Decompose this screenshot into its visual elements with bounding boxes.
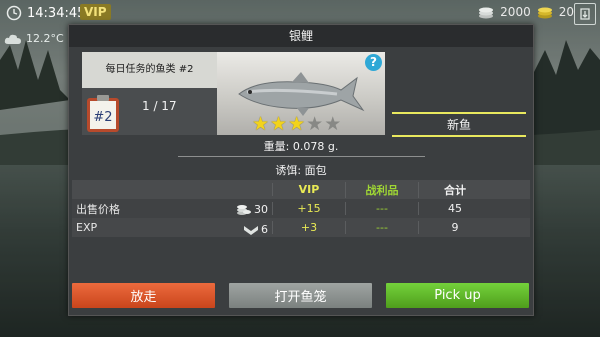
gold-count: 20 <box>558 5 574 19</box>
hud-currency: 2000 20 <box>478 5 574 19</box>
star-icon: ★ <box>252 113 270 135</box>
row-label: EXP 6 <box>72 221 272 236</box>
row-loot: --- <box>345 202 418 215</box>
row-base-value: 30 <box>254 202 268 216</box>
star-rating: ★ ★ ★ ★ ★ <box>252 115 341 134</box>
daily-task-count: 1 / 17 <box>142 99 177 113</box>
silver-coins-icon <box>479 7 494 19</box>
exit-button[interactable] <box>574 3 596 25</box>
row-vip: +15 <box>272 202 345 215</box>
reward-table: VIP 战利品 合计 出售价格 30 +15 --- 45 EXP 6 +3 -… <box>72 180 530 237</box>
header-loot: 战利品 <box>345 181 418 198</box>
divider <box>178 156 425 157</box>
open-keepnet-button[interactable]: 打开鱼笼 <box>229 283 372 308</box>
row-vip: +3 <box>272 221 345 234</box>
new-fish-label: 新鱼 <box>392 112 526 137</box>
hud-weather: 12.2°C <box>4 32 64 45</box>
fish-weight: 重量: 0.078 g. <box>263 140 339 153</box>
coins-count: 2000 <box>500 5 531 19</box>
star-icon: ★ <box>270 113 288 135</box>
row-label-text: 出售价格 <box>76 202 120 216</box>
gold-coins-icon <box>537 7 552 19</box>
catch-dialog: 银鲤 每日任务的鱼类 #2 #2 1 / 17 ? ★ ★ ★ ★ ★ 新鱼 重… <box>68 24 534 316</box>
chevron-exp-icon <box>244 225 258 235</box>
task-badge-text: #2 <box>93 110 112 125</box>
clipboard-icon: #2 <box>87 95 119 132</box>
cloud-icon <box>4 34 22 44</box>
header-total: 合计 <box>418 181 491 198</box>
star-icon: ★ <box>306 113 324 135</box>
star-icon: ★ <box>288 113 306 135</box>
pick-up-button[interactable]: Pick up <box>386 283 529 308</box>
release-button[interactable]: 放走 <box>72 283 215 308</box>
header-vip: VIP <box>272 183 345 196</box>
row-base: 30 <box>236 203 268 216</box>
dialog-title: 银鲤 <box>69 25 533 47</box>
row-base-value: 6 <box>261 223 268 236</box>
row-total: 45 <box>418 202 491 215</box>
exit-door-icon <box>580 8 590 20</box>
row-loot: --- <box>345 221 418 234</box>
coin-stack-icon <box>237 204 251 215</box>
table-row: 出售价格 30 +15 --- 45 <box>72 199 530 218</box>
fish-bait: 诱饵: 面包 <box>275 164 327 177</box>
row-label: 出售价格 30 <box>72 201 272 217</box>
hud-clock: 14:34:45 <box>6 5 85 21</box>
table-header: VIP 战利品 合计 <box>72 180 530 199</box>
row-total: 9 <box>418 221 491 234</box>
row-base: 6 <box>243 223 268 236</box>
hud-temperature: 12.2°C <box>26 32 64 45</box>
hud-time: 14:34:45 <box>27 5 86 21</box>
table-row: EXP 6 +3 --- 9 <box>72 218 530 237</box>
daily-task-panel: 每日任务的鱼类 #2 #2 1 / 17 <box>82 52 217 135</box>
vip-badge[interactable]: VIP <box>80 4 111 20</box>
daily-task-title: 每日任务的鱼类 #2 <box>82 52 217 88</box>
clock-icon <box>6 5 22 21</box>
help-icon[interactable]: ? <box>365 54 382 71</box>
row-label-text: EXP <box>76 221 98 234</box>
star-icon: ★ <box>324 113 342 135</box>
